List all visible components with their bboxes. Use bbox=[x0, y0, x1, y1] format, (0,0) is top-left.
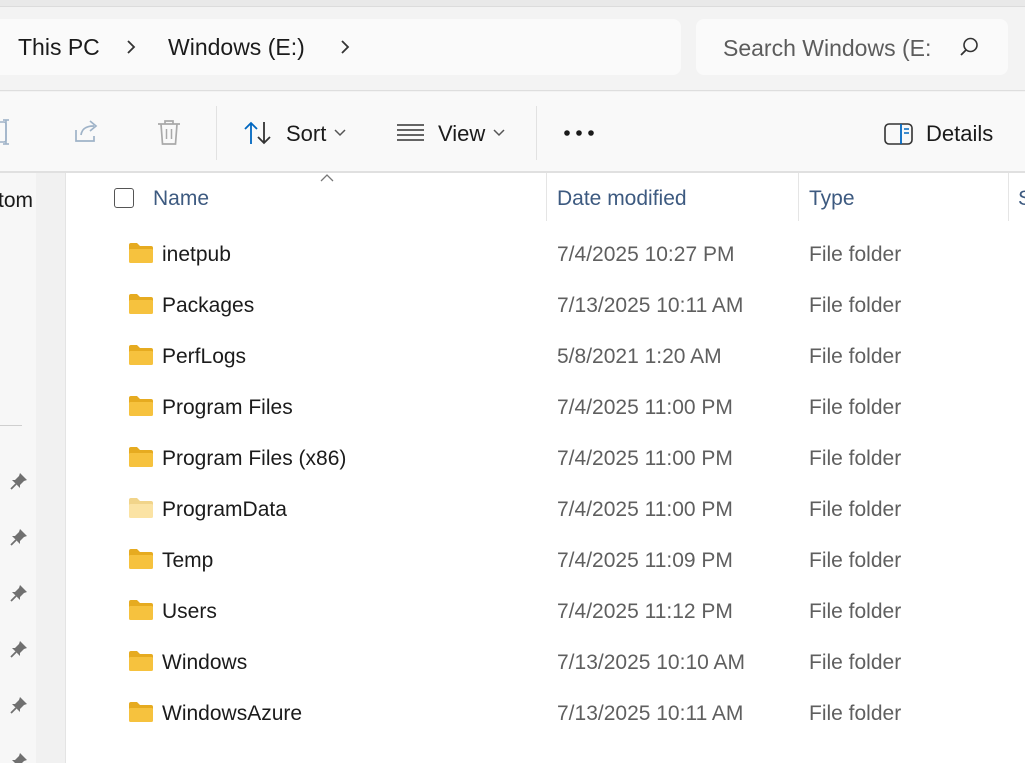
file-date-modified: 7/4/2025 11:00 PM bbox=[557, 447, 733, 470]
file-date-modified: 7/4/2025 11:00 PM bbox=[557, 498, 733, 521]
column-divider[interactable] bbox=[798, 173, 799, 221]
folder-icon bbox=[129, 447, 153, 467]
file-type: File folder bbox=[809, 447, 902, 470]
command-bar: Sort View Details bbox=[0, 92, 1025, 172]
chevron-down-icon bbox=[493, 129, 505, 137]
sort-ascending-icon bbox=[320, 174, 334, 182]
table-row[interactable]: Program Files 7/4/2025 11:00 PM File folde… bbox=[66, 384, 1025, 435]
table-row[interactable]: Windows 7/13/2025 10:10 AM File folder bbox=[66, 639, 1025, 690]
folder-icon bbox=[129, 702, 153, 722]
details-label: Details bbox=[926, 121, 994, 146]
search-input[interactable]: Search Windows (E:) bbox=[723, 19, 931, 77]
navigation-pane[interactable]: tom bbox=[0, 173, 36, 763]
pin-icon[interactable] bbox=[9, 751, 29, 763]
table-row[interactable]: inetpub 7/4/2025 10:27 PM File folder bbox=[66, 231, 1025, 282]
table-row[interactable]: Packages 7/13/2025 10:11 AM File folder bbox=[66, 282, 1025, 333]
toolbar-separator bbox=[536, 106, 537, 160]
search-box[interactable]: Search Windows (E:) bbox=[696, 19, 1008, 75]
file-name[interactable]: Temp bbox=[162, 537, 213, 585]
table-row[interactable]: Users 7/4/2025 11:12 PM File folder bbox=[66, 588, 1025, 639]
file-date-modified: 7/13/2025 10:11 AM bbox=[557, 294, 744, 317]
file-name[interactable]: PerfLogs bbox=[162, 333, 246, 381]
file-list[interactable]: Name Date modified Type S inetpub 7/4/202… bbox=[66, 173, 1025, 763]
column-header-type[interactable]: Type bbox=[809, 173, 855, 223]
column-header-date[interactable]: Date modified bbox=[557, 173, 687, 223]
file-name[interactable]: Program Files (x86) bbox=[162, 435, 346, 483]
file-name[interactable]: Windows bbox=[162, 639, 247, 687]
file-type: File folder bbox=[809, 294, 902, 317]
address-bar[interactable]: This PC Windows (E:) bbox=[0, 19, 681, 75]
file-name[interactable]: Program Files bbox=[162, 384, 293, 432]
chevron-right-icon[interactable] bbox=[337, 39, 353, 55]
file-type: File folder bbox=[809, 396, 902, 419]
table-row[interactable]: WindowsAzure 7/13/2025 10:11 AM File folde… bbox=[66, 690, 1025, 741]
toolbar-separator bbox=[216, 106, 217, 160]
file-date-modified: 7/4/2025 10:27 PM bbox=[557, 243, 735, 266]
table-row[interactable]: ProgramData 7/4/2025 11:00 PM File folder bbox=[66, 486, 1025, 537]
sort-label: Sort bbox=[286, 121, 327, 146]
view-icon bbox=[397, 124, 424, 141]
pin-icon[interactable] bbox=[9, 527, 29, 547]
share-icon[interactable] bbox=[72, 118, 100, 146]
folder-icon bbox=[129, 651, 153, 671]
search-icon[interactable] bbox=[958, 36, 980, 58]
folder-icon bbox=[129, 243, 153, 263]
details-button[interactable]: Details bbox=[876, 92, 1006, 172]
file-date-modified: 7/13/2025 10:10 AM bbox=[557, 651, 745, 674]
folder-icon bbox=[129, 600, 153, 620]
folder-icon bbox=[129, 396, 153, 416]
more-icon[interactable] bbox=[563, 129, 595, 137]
pin-icon[interactable] bbox=[9, 583, 29, 603]
view-button[interactable]: View bbox=[386, 92, 516, 172]
file-name[interactable]: Users bbox=[162, 588, 217, 636]
nav-item-partial[interactable]: tom bbox=[0, 189, 33, 213]
file-type: File folder bbox=[809, 549, 902, 572]
nav-divider bbox=[0, 425, 22, 426]
file-type: File folder bbox=[809, 498, 902, 521]
file-name[interactable]: Packages bbox=[162, 282, 254, 330]
chevron-down-icon bbox=[334, 129, 346, 137]
chevron-right-icon[interactable] bbox=[123, 39, 139, 55]
file-date-modified: 7/4/2025 11:09 PM bbox=[557, 549, 733, 572]
folder-icon bbox=[129, 294, 153, 314]
folder-icon bbox=[129, 549, 153, 569]
file-name[interactable]: WindowsAzure bbox=[162, 690, 302, 738]
nav-scrollbar[interactable] bbox=[36, 173, 65, 763]
file-type: File folder bbox=[809, 600, 902, 623]
file-type: File folder bbox=[809, 345, 902, 368]
column-header-name[interactable]: Name bbox=[153, 173, 209, 223]
file-date-modified: 7/4/2025 11:00 PM bbox=[557, 396, 733, 419]
rename-icon[interactable] bbox=[0, 119, 14, 145]
breadcrumb-this-pc[interactable]: This PC bbox=[18, 19, 100, 75]
details-pane-icon bbox=[884, 123, 913, 145]
delete-icon[interactable] bbox=[156, 118, 182, 146]
column-header-size[interactable]: S bbox=[1018, 173, 1025, 223]
pin-icon[interactable] bbox=[9, 639, 29, 659]
pin-icon[interactable] bbox=[9, 471, 29, 491]
select-all-checkbox[interactable] bbox=[114, 188, 134, 208]
file-date-modified: 5/8/2021 1:20 AM bbox=[557, 345, 722, 368]
file-name[interactable]: inetpub bbox=[162, 231, 231, 279]
breadcrumb-windows-e[interactable]: Windows (E:) bbox=[168, 19, 305, 75]
table-row[interactable]: Temp 7/4/2025 11:09 PM File folder bbox=[66, 537, 1025, 588]
file-date-modified: 7/4/2025 11:12 PM bbox=[557, 600, 733, 623]
sort-icon bbox=[244, 121, 271, 145]
pin-icon[interactable] bbox=[9, 695, 29, 715]
folder-icon bbox=[129, 498, 153, 518]
table-row[interactable]: Program Files (x86) 7/4/2025 11:00 PM File… bbox=[66, 435, 1025, 486]
file-type: File folder bbox=[809, 702, 902, 725]
view-label: View bbox=[438, 121, 486, 146]
file-date-modified: 7/13/2025 10:11 AM bbox=[557, 702, 744, 725]
sort-button[interactable]: Sort bbox=[232, 92, 362, 172]
file-type: File folder bbox=[809, 651, 902, 674]
file-type: File folder bbox=[809, 243, 902, 266]
folder-icon bbox=[129, 345, 153, 365]
column-divider[interactable] bbox=[1008, 173, 1009, 221]
file-name[interactable]: ProgramData bbox=[162, 486, 287, 534]
table-row[interactable]: PerfLogs 5/8/2021 1:20 AM File folder bbox=[66, 333, 1025, 384]
header-divider bbox=[0, 90, 1025, 91]
column-divider[interactable] bbox=[546, 173, 547, 221]
window-top-edge bbox=[0, 0, 1025, 7]
